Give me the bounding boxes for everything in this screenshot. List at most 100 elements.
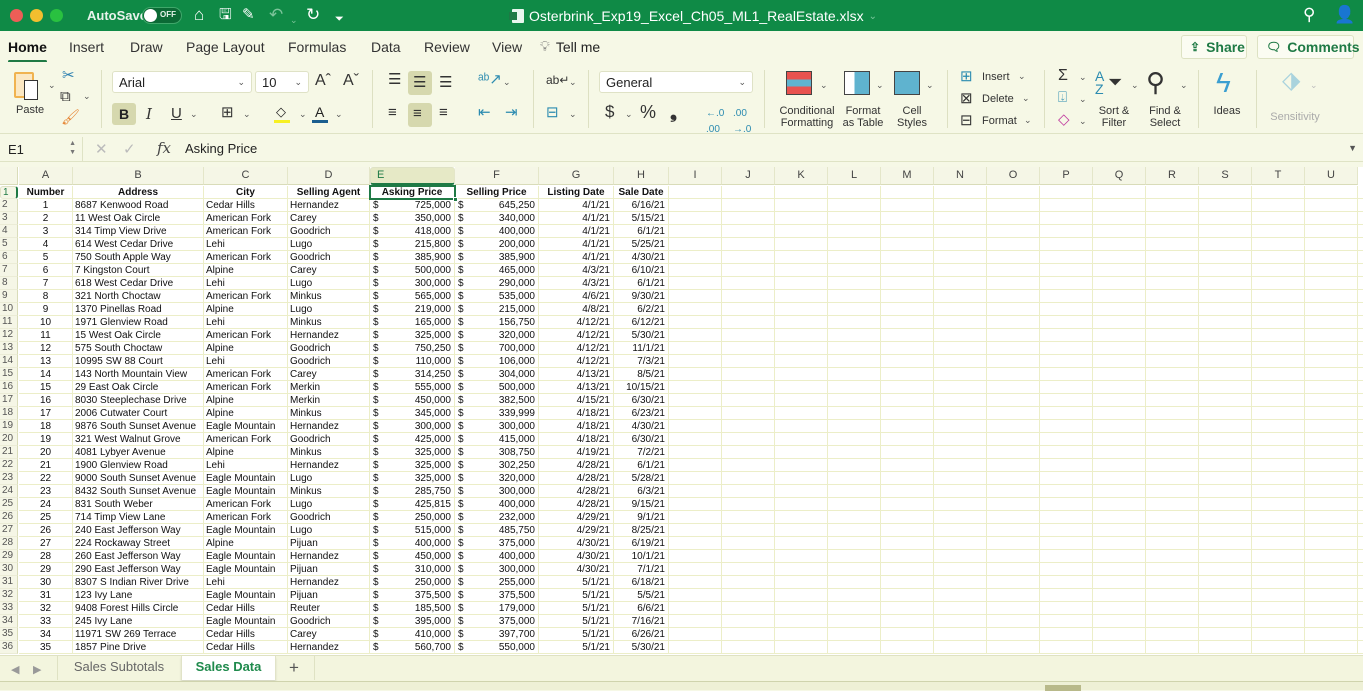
- cell-p7[interactable]: [1040, 264, 1093, 277]
- cell-t32[interactable]: [1252, 589, 1305, 602]
- cell-m22[interactable]: [881, 459, 934, 472]
- cell-u4[interactable]: [1305, 225, 1358, 238]
- column-header-g[interactable]: G: [539, 167, 614, 185]
- cell-p34[interactable]: [1040, 615, 1093, 628]
- cell-f7[interactable]: $465,000: [455, 264, 539, 277]
- cell-j13[interactable]: [722, 342, 775, 355]
- cell-j26[interactable]: [722, 511, 775, 524]
- cell-t23[interactable]: [1252, 472, 1305, 485]
- cell-m21[interactable]: [881, 446, 934, 459]
- cell-a33[interactable]: 32: [19, 602, 73, 615]
- cell-m33[interactable]: [881, 602, 934, 615]
- cell-i35[interactable]: [669, 628, 722, 641]
- cell-m7[interactable]: [881, 264, 934, 277]
- cell-f5[interactable]: $200,000: [455, 238, 539, 251]
- cell-g1[interactable]: Listing Date: [539, 186, 614, 199]
- cell-n35[interactable]: [934, 628, 987, 641]
- cell-k20[interactable]: [775, 433, 828, 446]
- cell-u32[interactable]: [1305, 589, 1358, 602]
- cell-r22[interactable]: [1146, 459, 1199, 472]
- cell-q29[interactable]: [1093, 550, 1146, 563]
- cell-n21[interactable]: [934, 446, 987, 459]
- cell-d11[interactable]: Minkus: [288, 316, 370, 329]
- cell-b28[interactable]: 224 Rockaway Street: [73, 537, 204, 550]
- cell-m10[interactable]: [881, 303, 934, 316]
- align-bottom-icon[interactable]: ☰: [439, 75, 452, 91]
- cell-p4[interactable]: [1040, 225, 1093, 238]
- cell-c29[interactable]: Eagle Mountain: [204, 550, 288, 563]
- cell-k15[interactable]: [775, 368, 828, 381]
- cell-styles-button[interactable]: ⌄ Cell Styles: [890, 68, 936, 132]
- cell-h15[interactable]: 8/5/21: [614, 368, 669, 381]
- row-header-34[interactable]: 34: [0, 615, 18, 628]
- cell-l3[interactable]: [828, 212, 881, 225]
- cell-h25[interactable]: 9/15/21: [614, 498, 669, 511]
- decrease-indent-icon[interactable]: ⇤: [478, 105, 491, 121]
- row-header-32[interactable]: 32: [0, 589, 18, 602]
- row-header-4[interactable]: 4: [0, 225, 18, 238]
- cell-p11[interactable]: [1040, 316, 1093, 329]
- increase-decimal-icon[interactable]: ←.0.00: [706, 106, 724, 138]
- spreadsheet-grid[interactable]: A B C D E F G H I J K L M N O P Q R S T U 1 Number Address City S…: [0, 167, 1363, 655]
- row-header-12[interactable]: 12: [0, 329, 18, 342]
- cell-s3[interactable]: [1199, 212, 1252, 225]
- cell-o32[interactable]: [987, 589, 1040, 602]
- cell-h18[interactable]: 6/23/21: [614, 407, 669, 420]
- cell-t31[interactable]: [1252, 576, 1305, 589]
- copy-dropdown-icon[interactable]: ⌄: [83, 91, 91, 102]
- cell-p5[interactable]: [1040, 238, 1093, 251]
- row-header-5[interactable]: 5: [0, 238, 18, 251]
- cell-a34[interactable]: 33: [19, 615, 73, 628]
- cell-c33[interactable]: Cedar Hills: [204, 602, 288, 615]
- fill-color-dropdown-icon[interactable]: ⌄: [299, 109, 307, 120]
- comments-button[interactable]: 🗨︎ Comments: [1257, 35, 1360, 59]
- cell-k9[interactable]: [775, 290, 828, 303]
- cell-o25[interactable]: [987, 498, 1040, 511]
- autosum-icon[interactable]: Σ: [1058, 68, 1068, 84]
- cell-n30[interactable]: [934, 563, 987, 576]
- underline-button[interactable]: U: [171, 106, 182, 122]
- cell-k8[interactable]: [775, 277, 828, 290]
- cell-u27[interactable]: [1305, 524, 1358, 537]
- cell-q23[interactable]: [1093, 472, 1146, 485]
- cell-d32[interactable]: Pijuan: [288, 589, 370, 602]
- cell-a7[interactable]: 6: [19, 264, 73, 277]
- cell-m1[interactable]: [881, 186, 934, 199]
- cell-l26[interactable]: [828, 511, 881, 524]
- cell-j17[interactable]: [722, 394, 775, 407]
- cell-c19[interactable]: Eagle Mountain: [204, 420, 288, 433]
- cell-e3[interactable]: $350,000: [370, 212, 455, 225]
- cell-n16[interactable]: [934, 381, 987, 394]
- cell-i1[interactable]: [669, 186, 722, 199]
- cell-q1[interactable]: [1093, 186, 1146, 199]
- cell-q20[interactable]: [1093, 433, 1146, 446]
- cell-i17[interactable]: [669, 394, 722, 407]
- cell-s23[interactable]: [1199, 472, 1252, 485]
- cell-d7[interactable]: Carey: [288, 264, 370, 277]
- cell-r7[interactable]: [1146, 264, 1199, 277]
- cell-o23[interactable]: [987, 472, 1040, 485]
- cell-r23[interactable]: [1146, 472, 1199, 485]
- cell-l27[interactable]: [828, 524, 881, 537]
- cell-e4[interactable]: $418,000: [370, 225, 455, 238]
- cell-s10[interactable]: [1199, 303, 1252, 316]
- cell-g28[interactable]: 4/30/21: [539, 537, 614, 550]
- cell-b36[interactable]: 1857 Pine Drive: [73, 641, 204, 654]
- cell-h6[interactable]: 4/30/21: [614, 251, 669, 264]
- cell-f15[interactable]: $304,000: [455, 368, 539, 381]
- cell-f21[interactable]: $308,750: [455, 446, 539, 459]
- cell-i7[interactable]: [669, 264, 722, 277]
- cell-n8[interactable]: [934, 277, 987, 290]
- cell-e28[interactable]: $400,000: [370, 537, 455, 550]
- cell-o17[interactable]: [987, 394, 1040, 407]
- increase-font-size-icon[interactable]: Aˆ: [315, 73, 331, 89]
- cell-s15[interactable]: [1199, 368, 1252, 381]
- cell-s7[interactable]: [1199, 264, 1252, 277]
- cell-h31[interactable]: 6/18/21: [614, 576, 669, 589]
- cell-l17[interactable]: [828, 394, 881, 407]
- cell-h24[interactable]: 6/3/21: [614, 485, 669, 498]
- cell-n34[interactable]: [934, 615, 987, 628]
- cell-q32[interactable]: [1093, 589, 1146, 602]
- cell-e6[interactable]: $385,900: [370, 251, 455, 264]
- cell-u18[interactable]: [1305, 407, 1358, 420]
